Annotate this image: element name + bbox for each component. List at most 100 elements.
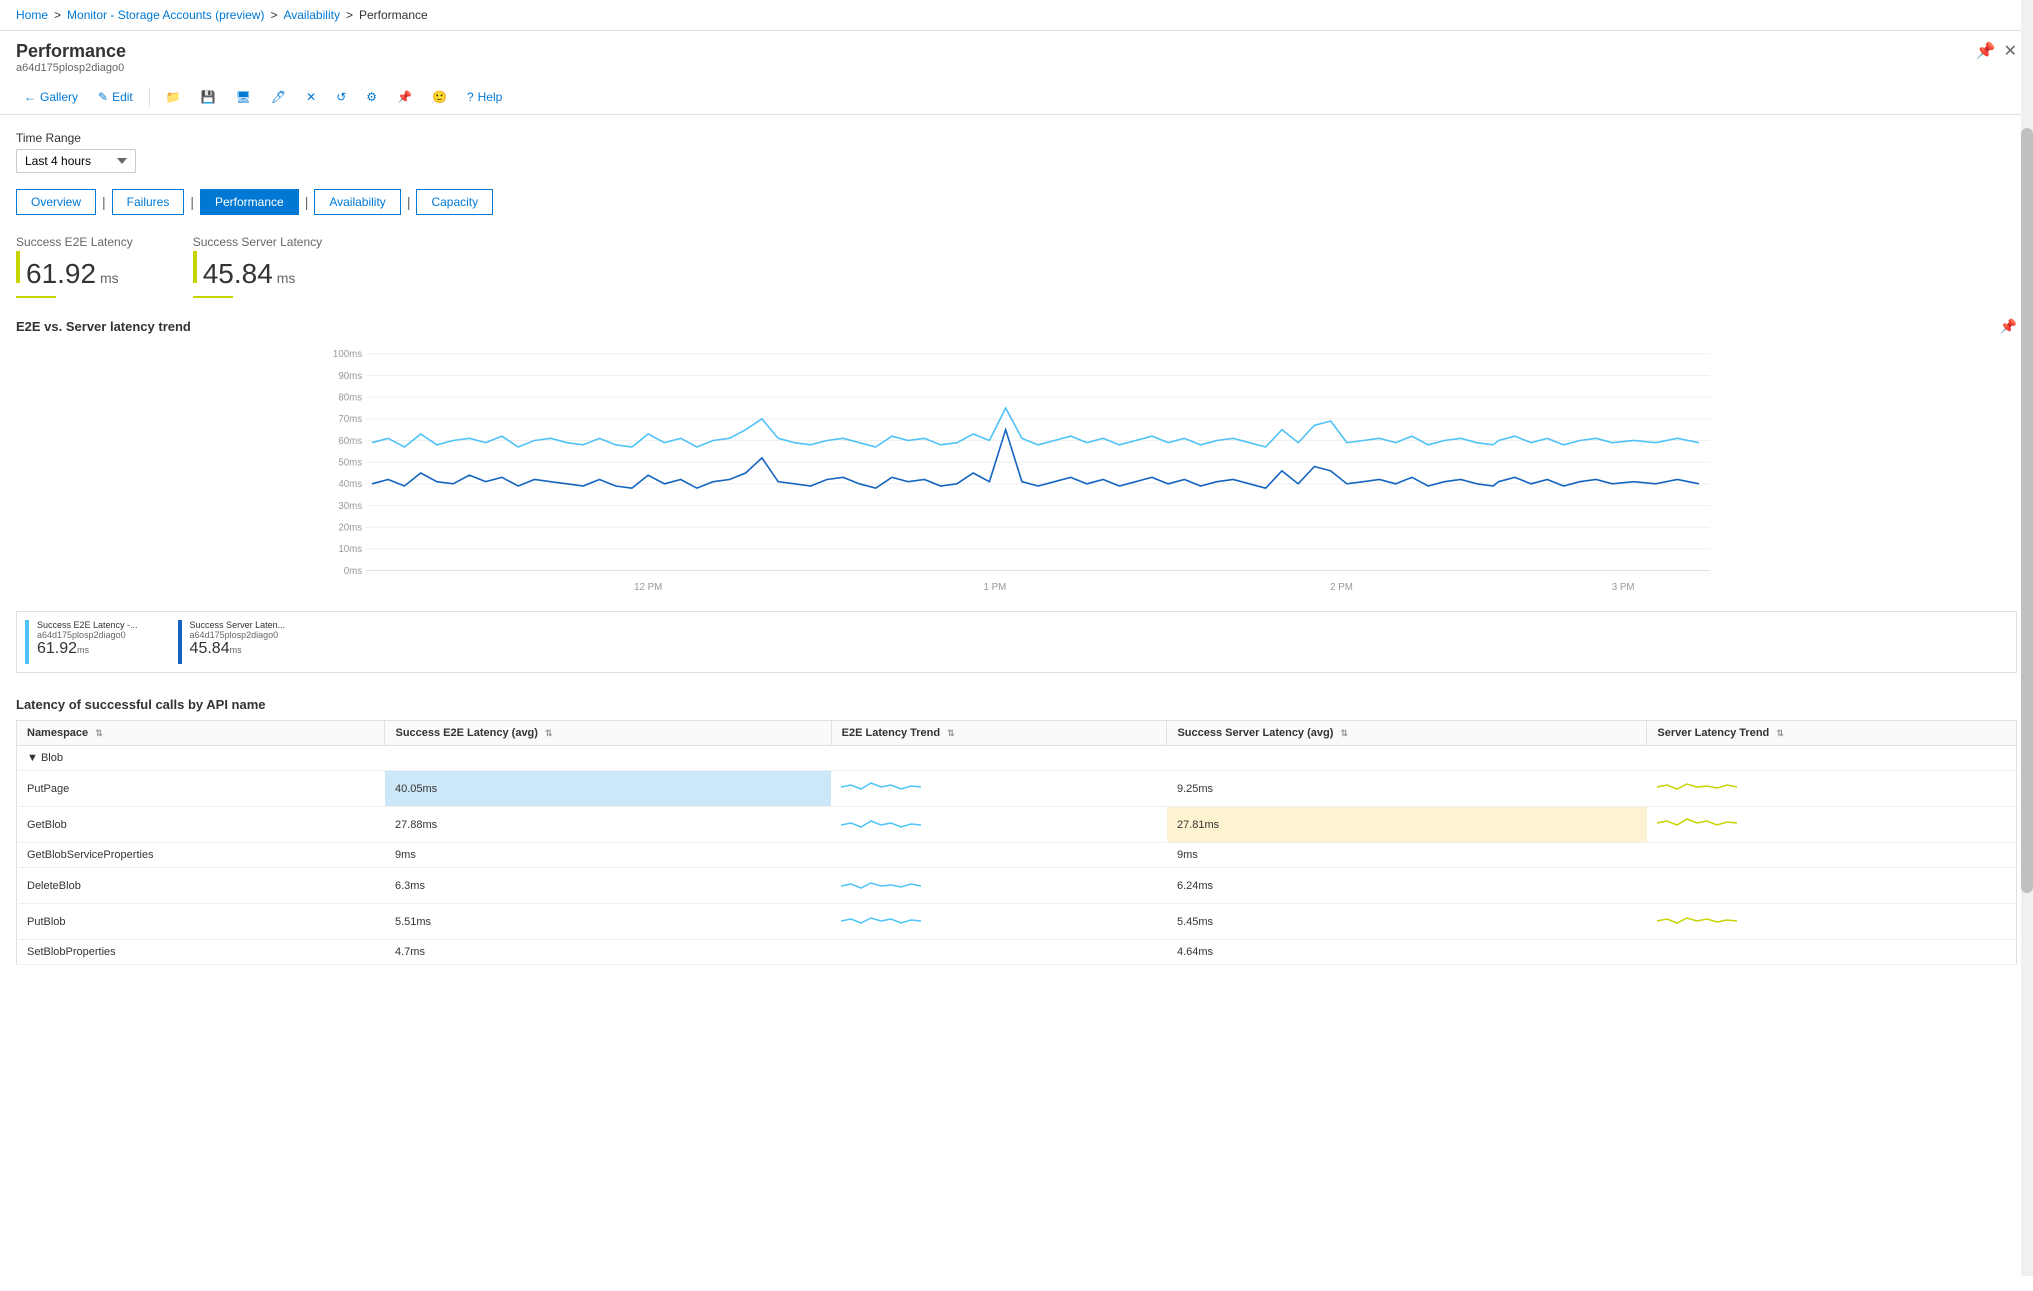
- table-title: Latency of successful calls by API name: [16, 697, 2017, 712]
- pin-button[interactable]: 📌: [1976, 41, 1996, 61]
- cell-server-trend-getblob: [1647, 807, 2017, 843]
- table-header: Namespace ⇅ Success E2E Latency (avg) ⇅ …: [17, 721, 2017, 746]
- metric-e2e-underline: [16, 296, 56, 298]
- legend-label-server: Success Server Laten...: [190, 620, 286, 630]
- gallery-button[interactable]: ← Gallery: [16, 86, 86, 108]
- brush-icon: 🖊: [271, 90, 286, 104]
- save-button[interactable]: 💾: [193, 86, 224, 108]
- chart-container: 100ms 90ms 80ms 70ms 60ms 50ms 40ms 30ms…: [16, 343, 2017, 603]
- cell-server-trend-setblobprops: [1647, 940, 2017, 965]
- cell-e2e-trend-putblob: [831, 904, 1167, 940]
- close-button[interactable]: ✕: [2004, 41, 2017, 61]
- svg-text:1 PM: 1 PM: [983, 582, 1006, 593]
- discard-icon: ✕: [306, 90, 316, 104]
- col-e2e-trend[interactable]: E2E Latency Trend ⇅: [831, 721, 1167, 746]
- cell-e2e-getblobsvc: 9ms: [385, 843, 831, 868]
- svg-text:50ms: 50ms: [338, 457, 362, 468]
- main-content: Time Range Last 4 hours Last 1 hour Last…: [0, 115, 2033, 1291]
- emoji-button[interactable]: 🙂: [424, 86, 455, 108]
- emoji-icon: 🙂: [432, 90, 447, 104]
- brush-button[interactable]: 🖊: [263, 86, 294, 108]
- cell-server-putpage: 9.25ms: [1167, 771, 1647, 807]
- cell-e2e-trend-putpage: [831, 771, 1167, 807]
- cell-e2e-setblobprops: 4.7ms: [385, 940, 831, 965]
- share-button[interactable]: 🖥: [228, 86, 259, 108]
- mini-chart-e2e-deleteblob: [841, 874, 921, 894]
- time-range-label: Time Range: [16, 131, 2017, 145]
- toolbar-separator-1: [149, 87, 150, 107]
- chart-section: E2E vs. Server latency trend 📌 100ms: [16, 318, 2017, 673]
- col-server-latency[interactable]: Success Server Latency (avg) ⇅: [1167, 721, 1647, 746]
- col-server-trend[interactable]: Server Latency Trend ⇅: [1647, 721, 2017, 746]
- mini-chart-server-putblob: [1657, 910, 1737, 930]
- chart-pin-icon[interactable]: 📌: [2000, 318, 2017, 335]
- svg-text:3 PM: 3 PM: [1612, 582, 1635, 593]
- svg-text:10ms: 10ms: [338, 544, 362, 555]
- scrollbar-thumb[interactable]: [2021, 128, 2033, 894]
- legend-label-e2e: Success E2E Latency -...: [37, 620, 138, 630]
- cell-server-trend-putpage: [1647, 771, 2017, 807]
- legend-sublabel-e2e: a64d175plosp2diago0: [37, 630, 138, 640]
- discard-button[interactable]: ✕: [298, 86, 324, 108]
- legend-value-server: 45.84ms: [190, 640, 286, 658]
- page-header: Performance a64d175plosp2diago0 📌 ✕: [0, 31, 2033, 80]
- metric-server-value: 45.84 ms: [193, 251, 322, 290]
- help-button[interactable]: ? Help: [459, 86, 510, 108]
- tab-capacity[interactable]: Capacity: [416, 189, 493, 215]
- col-e2e-latency[interactable]: Success E2E Latency (avg) ⇅: [385, 721, 831, 746]
- refresh-button[interactable]: ↺: [328, 86, 354, 108]
- pin-toolbar-button[interactable]: 📌: [389, 86, 420, 108]
- accent-bar-e2e: [16, 251, 20, 283]
- metric-e2e-latency: Success E2E Latency 61.92 ms: [16, 235, 133, 298]
- cell-server-trend-deleteblob: [1647, 868, 2017, 904]
- tab-performance[interactable]: Performance: [200, 189, 299, 215]
- cell-namespace: GetBlobServiceProperties: [17, 843, 385, 868]
- tab-availability[interactable]: Availability: [314, 189, 400, 215]
- folder-button[interactable]: 📁: [158, 86, 189, 108]
- chart-legend: Success E2E Latency -... a64d175plosp2di…: [16, 611, 2017, 673]
- legend-color-server: [178, 620, 182, 664]
- cell-e2e-trend-getblobsvc: [831, 843, 1167, 868]
- table-row: PutPage 40.05ms 9.25ms: [17, 771, 2017, 807]
- svg-text:90ms: 90ms: [338, 371, 362, 382]
- table-body: ▼ Blob PutPage 40.05ms 9.25ms GetBlo: [17, 746, 2017, 965]
- cell-namespace: DeleteBlob: [17, 868, 385, 904]
- breadcrumb-monitor[interactable]: Monitor - Storage Accounts (preview): [67, 8, 264, 22]
- table-row: SetBlobProperties 4.7ms 4.64ms: [17, 940, 2017, 965]
- mini-chart-server-putpage: [1657, 777, 1737, 797]
- cell-server-putblob: 5.45ms: [1167, 904, 1647, 940]
- time-range-select[interactable]: Last 4 hours Last 1 hour Last 12 hours L…: [16, 149, 136, 173]
- table-row: GetBlobServiceProperties 9ms 9ms: [17, 843, 2017, 868]
- col-namespace[interactable]: Namespace ⇅: [17, 721, 385, 746]
- legend-item-server: Success Server Laten... a64d175plosp2dia…: [178, 620, 286, 664]
- legend-value-e2e: 61.92ms: [37, 640, 138, 658]
- gallery-icon: ←: [24, 90, 36, 104]
- folder-icon: 📁: [166, 90, 181, 104]
- metric-server-label: Success Server Latency: [193, 235, 322, 249]
- metrics-row: Success E2E Latency 61.92 ms Success Ser…: [16, 235, 2017, 298]
- edit-button[interactable]: ✎ Edit: [90, 86, 141, 108]
- toolbar: ← Gallery ✎ Edit 📁 💾 🖥 🖊 ✕ ↺ ⚙ 📌 🙂 ? Hel…: [0, 80, 2033, 115]
- cell-e2e-trend-deleteblob: [831, 868, 1167, 904]
- cell-e2e-putblob: 5.51ms: [385, 904, 831, 940]
- breadcrumb-availability[interactable]: Availability: [283, 8, 339, 22]
- svg-text:100ms: 100ms: [333, 349, 362, 360]
- svg-text:20ms: 20ms: [338, 522, 362, 533]
- sort-icon-server: ⇅: [1340, 728, 1348, 738]
- mini-chart-e2e-putblob: [841, 910, 921, 930]
- tab-failures[interactable]: Failures: [112, 189, 185, 215]
- legend-color-e2e: [25, 620, 29, 664]
- metric-e2e-label: Success E2E Latency: [16, 235, 133, 249]
- tab-overview[interactable]: Overview: [16, 189, 96, 215]
- cell-server-deleteblob: 6.24ms: [1167, 868, 1647, 904]
- settings-button[interactable]: ⚙: [358, 86, 385, 108]
- table-section: Latency of successful calls by API name …: [16, 697, 2017, 965]
- time-range-section: Time Range Last 4 hours Last 1 hour Last…: [16, 131, 2017, 173]
- cell-server-getblob: 27.81ms: [1167, 807, 1647, 843]
- svg-text:60ms: 60ms: [338, 436, 362, 447]
- cell-server-setblobprops: 4.64ms: [1167, 940, 1647, 965]
- scrollbar[interactable]: [2021, 0, 2033, 1276]
- cell-e2e-putpage: 40.05ms: [385, 771, 831, 807]
- breadcrumb-home[interactable]: Home: [16, 8, 48, 22]
- breadcrumb: Home > Monitor - Storage Accounts (previ…: [0, 0, 2033, 31]
